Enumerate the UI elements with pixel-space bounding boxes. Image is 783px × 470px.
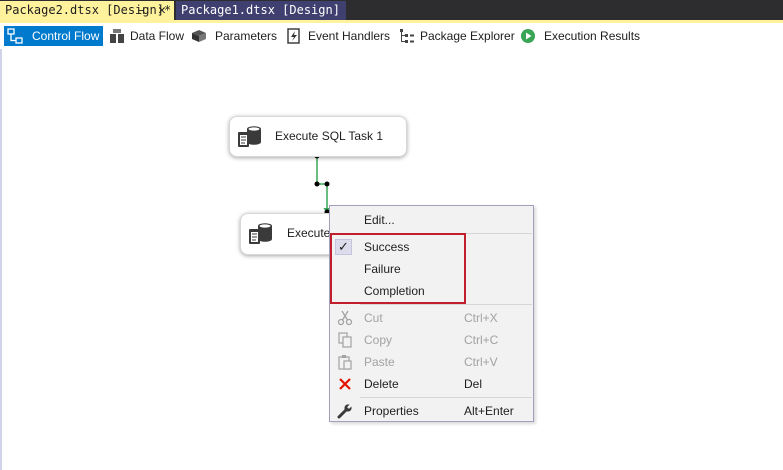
parameters-label: Parameters [215,29,278,43]
parameters-icon [192,30,206,42]
menu-separator [360,397,532,398]
delete-label: Delete [364,377,399,391]
cut-label: Cut [364,311,383,325]
copy-icon [338,332,352,348]
control-flow-label: Control Flow [32,29,100,43]
data-flow-icon [110,29,124,43]
execution-results-label: Execution Results [544,29,641,43]
properties-shortcut: Alt+Enter [464,404,514,418]
package-explorer-icon [400,29,414,43]
package-explorer-tab[interactable]: Package Explorer [396,26,515,46]
menu-item-copy[interactable]: Copy Ctrl+C [331,329,532,351]
tab-package2-label: Package2.dtsx [Design]* [5,3,172,17]
tab-package1-design[interactable]: Package1.dtsx [Design] [176,1,346,20]
data-flow-tab[interactable]: Data Flow [106,26,184,46]
tab-package1-label: Package1.dtsx [Design] [181,3,340,17]
menu-item-cut[interactable]: Cut Ctrl+X [331,307,532,329]
delete-shortcut: Del [464,377,483,391]
delete-x-icon [339,378,351,390]
task-1-label: Execute SQL Task 1 [275,129,384,143]
data-flow-label: Data Flow [130,29,185,43]
play-circle-icon [521,29,535,43]
tab-package2-design[interactable]: Package2.dtsx [Design]* ⊣ ✕ [0,1,174,20]
copy-label: Copy [364,333,393,347]
edit-label: Edit... [364,213,395,227]
menu-item-delete[interactable]: Delete Del [331,373,532,395]
menu-item-properties[interactable]: Properties Alt+Enter [331,400,532,422]
control-flow-tab[interactable]: Control Flow [4,26,103,46]
execution-results-tab[interactable]: Execution Results [517,26,640,46]
scissors-icon [337,310,353,326]
paste-label: Paste [364,355,395,369]
execute-sql-task-icon [249,223,272,244]
control-flow-icon [7,28,23,44]
cut-shortcut: Ctrl+X [464,311,498,325]
parameters-tab[interactable]: Parameters [188,26,278,46]
paste-shortcut: Ctrl+V [464,355,498,369]
document-tab-bar: Package2.dtsx [Design]* ⊣ ✕ Package1.dts… [0,0,783,20]
package-explorer-label: Package Explorer [420,29,515,43]
designer-toolbar: Control Flow Data Flow Parameters Event … [0,23,783,49]
wrench-icon [337,403,353,419]
copy-shortcut: Ctrl+C [464,333,499,347]
event-handlers-label: Event Handlers [308,29,391,43]
menu-separator [360,304,532,305]
close-icon[interactable]: ✕ [158,1,166,20]
pin-icon[interactable]: ⊣ [138,1,145,20]
menu-item-edit[interactable]: Edit... [331,209,532,231]
menu-item-paste[interactable]: Paste Ctrl+V [331,351,532,373]
task-2-label: Execute [287,226,331,240]
event-handlers-icon [287,28,300,44]
properties-label: Properties [364,404,419,418]
highlight-annotation-box [330,233,466,304]
execute-sql-task-1[interactable]: Execute SQL Task 1 [229,116,407,157]
event-handlers-tab[interactable]: Event Handlers [283,26,391,46]
paste-icon [338,355,352,370]
execute-sql-task-icon [238,126,261,147]
